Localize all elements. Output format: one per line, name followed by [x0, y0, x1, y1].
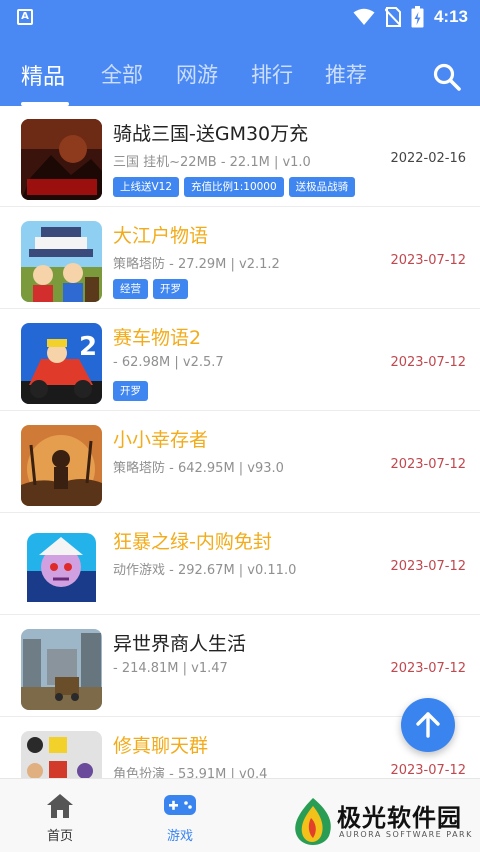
game-meta: 策略塔防 - 27.29M | v2.1.2: [113, 257, 280, 272]
game-title: 大江户物语: [113, 225, 209, 247]
wifi-icon: [353, 8, 375, 25]
game-tag: 开罗: [113, 381, 148, 401]
game-meta: 策略塔防 - 642.95M | v93.0: [113, 461, 284, 476]
game-title: 狂暴之绿-内购免封: [113, 531, 272, 553]
game-thumbnail: [21, 221, 102, 302]
nav-item-home[interactable]: 首页: [0, 779, 120, 852]
watermark-logo: 极光软件园 AURORA SOFTWARE PARK: [285, 792, 480, 852]
game-title: 骑战三国-送GM30万充: [113, 123, 309, 145]
tab-ranking[interactable]: 排行: [251, 59, 293, 89]
battery-charging-icon: [411, 6, 424, 28]
status-icons: 4:13: [353, 6, 468, 28]
nav-item-games[interactable]: 游戏: [120, 779, 240, 852]
watermark-subtitle: AURORA SOFTWARE PARK: [339, 830, 473, 839]
tag-list: 经营 开罗: [113, 279, 188, 299]
nav-label: 游戏: [166, 829, 193, 844]
game-row[interactable]: 2 赛车物语2 - 62.98M | v2.5.7 2023-07-12 开罗: [0, 310, 480, 411]
game-meta: - 62.98M | v2.5.7: [113, 355, 224, 370]
game-date: 2023-07-12: [390, 457, 466, 472]
game-title: 修真聊天群: [113, 735, 209, 757]
game-date: 2022-02-16: [390, 151, 466, 166]
game-thumbnail: [21, 629, 102, 710]
game-date: 2023-07-12: [390, 763, 466, 778]
game-date: 2023-07-12: [390, 253, 466, 268]
arrow-up-icon: [416, 712, 440, 738]
game-date: 2023-07-12: [390, 355, 466, 370]
gamepad-icon: [164, 795, 196, 815]
svg-text:2: 2: [79, 332, 97, 362]
game-meta: - 214.81M | v1.47: [113, 661, 228, 676]
tab-recommended[interactable]: 推荐: [325, 59, 367, 89]
game-list[interactable]: 骑战三国-送GM30万充 三国 挂机~22MB - 22.1M | v1.0 2…: [0, 106, 480, 778]
no-sim-icon: [384, 7, 401, 27]
game-meta: 动作游戏 - 292.67M | v0.11.0: [113, 563, 297, 578]
tag-list: 上线送V12 充值比例1:10000 送极品战骑: [113, 177, 356, 197]
game-thumbnail: [21, 731, 102, 778]
game-thumbnail: [21, 527, 102, 608]
game-row[interactable]: 大江户物语 策略塔防 - 27.29M | v2.1.2 2023-07-12 …: [0, 208, 480, 309]
tag-list: 开罗: [113, 381, 148, 401]
game-tag: 经营: [113, 279, 148, 299]
game-thumbnail: 2: [21, 323, 102, 404]
aurora-logo-icon: [295, 798, 331, 845]
game-date: 2023-07-12: [390, 661, 466, 676]
game-title: 赛车物语2: [113, 327, 202, 349]
game-thumbnail: [21, 119, 102, 200]
status-bar: A 4:13: [0, 0, 480, 34]
game-tag: 送极品战骑: [288, 177, 356, 197]
game-row[interactable]: 骑战三国-送GM30万充 三国 挂机~22MB - 22.1M | v1.0 2…: [0, 106, 480, 207]
top-tab-bar: 精品 全部 网游 排行 推荐: [0, 34, 480, 106]
search-icon[interactable]: [432, 62, 462, 92]
nav-label: 首页: [46, 829, 73, 844]
tab-featured[interactable]: 精品: [21, 59, 65, 91]
game-tag: 上线送V12: [113, 177, 180, 197]
tab-all[interactable]: 全部: [101, 59, 143, 89]
home-icon: [47, 794, 73, 818]
game-meta: 角色扮演 - 53.91M | v0.4: [113, 767, 268, 778]
game-row[interactable]: 狂暴之绿-内购免封 动作游戏 - 292.67M | v0.11.0 2023-…: [0, 514, 480, 615]
game-thumbnail: [21, 425, 102, 506]
game-meta: 三国 挂机~22MB - 22.1M | v1.0: [113, 155, 311, 170]
game-title: 小小幸存者: [113, 429, 209, 451]
game-tag: 开罗: [153, 279, 188, 299]
game-date: 2023-07-12: [390, 559, 466, 574]
app-notification-icon: A: [17, 9, 33, 25]
watermark-name: 极光软件园: [337, 804, 462, 832]
scroll-to-top-button[interactable]: [401, 698, 455, 752]
game-tag: 充值比例1:10000: [184, 177, 284, 197]
game-row[interactable]: 小小幸存者 策略塔防 - 642.95M | v93.0 2023-07-12: [0, 412, 480, 513]
tab-online-games[interactable]: 网游: [176, 59, 218, 89]
game-title: 异世界商人生活: [113, 633, 247, 655]
status-time: 4:13: [433, 7, 468, 26]
